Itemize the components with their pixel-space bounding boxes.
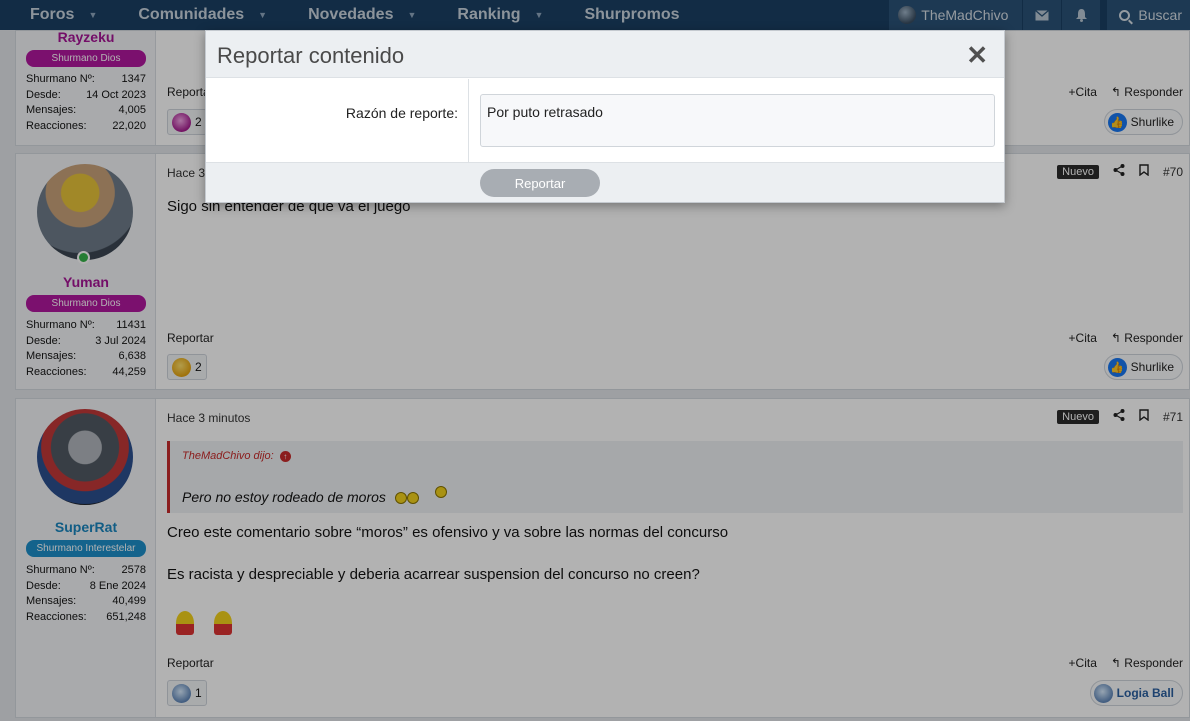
report-form: Razón de reporte: Por puto retrasado (206, 79, 1004, 162)
reason-textarea[interactable]: Por puto retrasado (480, 94, 995, 147)
report-submit-button[interactable]: Reportar (480, 169, 600, 197)
reason-label: Razón de reporte: (345, 105, 458, 121)
report-dialog: Reportar contenido ✕ Razón de reporte: P… (205, 30, 1005, 203)
dialog-header: Reportar contenido ✕ (206, 31, 1004, 78)
close-icon[interactable]: ✕ (966, 40, 988, 71)
dialog-footer: Reportar (206, 162, 1004, 202)
dialog-title: Reportar contenido (217, 43, 405, 68)
form-label-column: Razón de reporte: (206, 79, 469, 162)
